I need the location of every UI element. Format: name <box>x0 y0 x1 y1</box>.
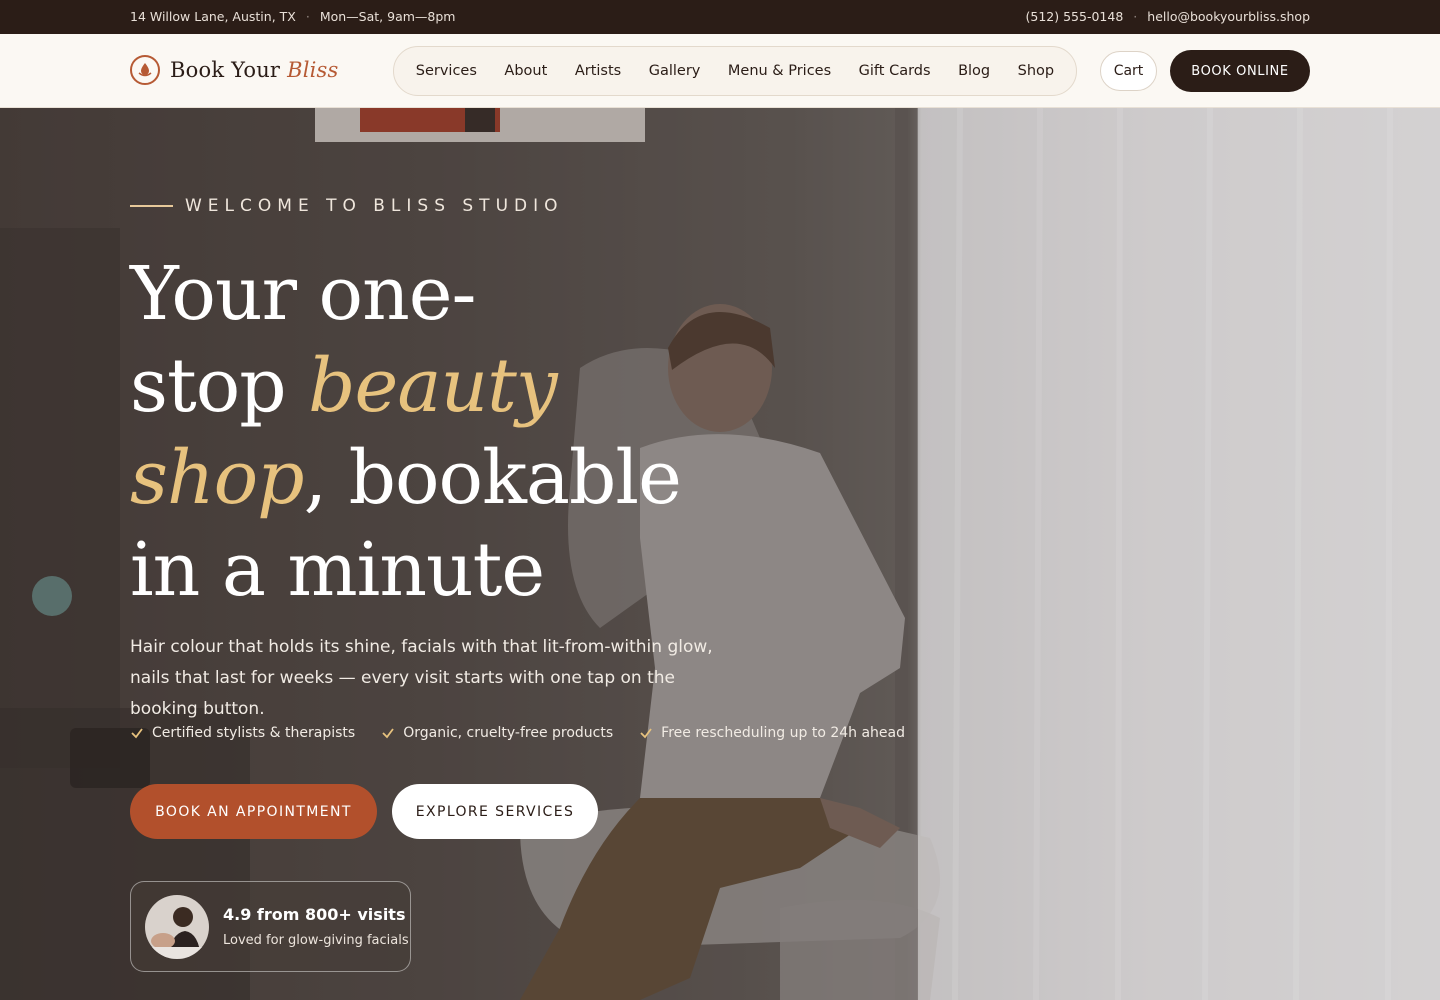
rating-title: 4.9 from 800+ visits <box>223 905 406 924</box>
brand-name: Book Your Bliss <box>170 58 339 82</box>
brand-logo[interactable]: Book Your Bliss <box>130 54 338 86</box>
hours-text: Mon—Sat, 9am—8pm <box>319 9 456 24</box>
checkmark-icon <box>382 728 394 739</box>
checkmark-icon <box>131 728 143 739</box>
nav-item-menu-prices[interactable]: Menu & Prices <box>728 63 831 79</box>
hero-headline: Your one- stop beauty shop, bookable in … <box>130 251 682 613</box>
nav-item-gift-cards[interactable]: Gift Cards <box>859 63 931 79</box>
eyebrow-text: WELCOME TO BLISS STUDIO <box>185 196 564 216</box>
book-online-button[interactable]: BOOK ONLINE <box>1170 50 1310 92</box>
top-info-bar: 14 Willow Lane, Austin, TX · Mon—Sat, 9a… <box>0 0 1440 34</box>
check-item: Certified stylists & therapists <box>130 725 355 741</box>
site-header: Book Your Bliss Services About Artists G… <box>0 34 1440 108</box>
book-appointment-button[interactable]: BOOK AN APPOINTMENT <box>130 784 377 839</box>
hero-section: WELCOME TO BLISS STUDIO Your one- stop b… <box>0 108 1440 1000</box>
phone-link[interactable]: (512) 555-0148 <box>1026 9 1124 24</box>
check-item: Organic, cruelty-free products <box>381 725 613 741</box>
rating-card: 4.9 from 800+ visits Loved for glow-givi… <box>130 881 411 972</box>
explore-services-button[interactable]: EXPLORE SERVICES <box>392 784 598 839</box>
check-item: Free rescheduling up to 24h ahead <box>639 725 905 741</box>
email-link[interactable]: hello@bookyourbliss.shop <box>1147 9 1310 24</box>
checkmark-icon <box>640 728 652 739</box>
eyebrow-line <box>130 205 173 207</box>
customer-photo <box>145 894 209 959</box>
hero-description: Hair colour that holds its shine, facial… <box>130 637 713 719</box>
nav-item-shop[interactable]: Shop <box>1018 63 1054 79</box>
main-navigation: Services About Artists Gallery Menu & Pr… <box>393 46 1077 96</box>
address-text: 14 Willow Lane, Austin, TX <box>130 9 296 24</box>
nav-item-artists[interactable]: Artists <box>575 63 621 79</box>
nav-item-services[interactable]: Services <box>416 63 477 79</box>
nav-item-about[interactable]: About <box>504 63 547 79</box>
rating-subtitle: Loved for glow-giving facials <box>223 933 409 948</box>
nav-item-gallery[interactable]: Gallery <box>649 63 701 79</box>
feature-checks: Certified stylists & therapists Organic,… <box>130 725 905 741</box>
hero-eyebrow: WELCOME TO BLISS STUDIO <box>130 196 564 216</box>
lotus-drop-icon <box>130 55 160 85</box>
cart-button[interactable]: Cart <box>1100 51 1157 91</box>
nav-item-blog[interactable]: Blog <box>958 63 990 79</box>
separator-dot: · <box>1133 9 1138 24</box>
separator-dot: · <box>305 9 310 24</box>
